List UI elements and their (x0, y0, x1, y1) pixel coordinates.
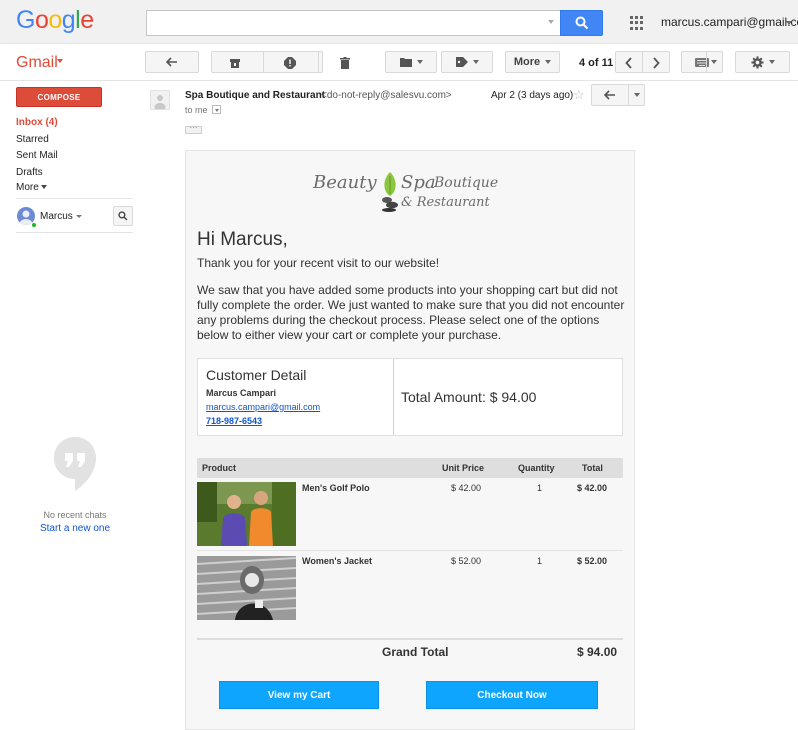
product-image-womens-jacket[interactable] (197, 556, 296, 620)
customer-name: Marcus Campari (206, 388, 277, 398)
search-icon (575, 16, 589, 30)
view-cart-button[interactable]: View my Cart (219, 681, 379, 709)
line-total: $ 52.00 (577, 556, 608, 566)
sender-avatar-icon (150, 90, 170, 111)
no-recent-chats-text: No recent chats (43, 510, 107, 520)
chat-user-caret-icon[interactable] (76, 215, 82, 218)
column-header-product: Product (202, 463, 237, 473)
nav-divider (16, 198, 133, 199)
reply-icon (166, 57, 177, 67)
account-email[interactable]: marcus.campari@gmail.com (661, 15, 798, 29)
more-button-label: More (513, 56, 541, 68)
sender-email: <do-not-reply@salesvu.com> (321, 90, 452, 101)
compose-button[interactable]: COMPOSE (16, 87, 102, 107)
nav-item-starred[interactable]: Starred (16, 134, 49, 145)
product-image-golf-polo[interactable] (197, 482, 296, 546)
toolbar-divider (642, 51, 643, 73)
unit-price: $ 42.00 (451, 483, 482, 493)
more-caret-icon (40, 185, 47, 190)
reply-divider (628, 84, 629, 106)
hangouts-icon (52, 435, 98, 493)
back-button[interactable] (145, 51, 199, 73)
toolbar-divider (318, 51, 319, 73)
product-table-header (197, 458, 623, 478)
line-total: $ 42.00 (577, 483, 608, 493)
brand-word-2: Spa (401, 172, 436, 193)
presence-dot (31, 222, 37, 228)
archive-icon[interactable] (229, 56, 241, 74)
nav-item-sent-mail[interactable]: Sent Mail (16, 150, 58, 161)
chat-divider (16, 232, 133, 233)
quantity: 1 (537, 556, 543, 566)
apps-grid-icon[interactable] (630, 16, 644, 30)
input-tools-caret-icon[interactable] (711, 60, 717, 64)
column-header-unit-price: Unit Price (442, 463, 485, 473)
unit-price: $ 52.00 (451, 556, 482, 566)
email-paragraph-2: We saw that you have added some products… (197, 283, 625, 342)
recipient-text: to me (185, 105, 208, 115)
search-button[interactable] (560, 10, 603, 36)
account-caret-icon[interactable] (786, 21, 792, 25)
chevron-down-icon (214, 109, 219, 112)
show-details-button[interactable] (212, 105, 221, 114)
search-input[interactable] (146, 10, 560, 36)
brand-word-1: Beauty (313, 172, 377, 193)
label-icon (455, 57, 468, 67)
labels-button[interactable] (441, 51, 493, 73)
report-spam-icon[interactable] (284, 56, 296, 74)
column-header-total: Total (582, 463, 603, 473)
folder-icon (399, 58, 412, 67)
nav-more-label: More (16, 182, 39, 193)
grand-total-label: Grand Total (382, 645, 449, 659)
leaf-logo-icon (380, 170, 400, 212)
toolbar-divider (706, 51, 707, 73)
chat-search-button[interactable] (113, 206, 133, 226)
google-logo[interactable]: Google (16, 6, 94, 35)
nav-item-inbox[interactable]: Inbox (4) (16, 117, 58, 128)
nav-item-more[interactable]: More (16, 182, 47, 193)
checkout-now-button[interactable]: Checkout Now (426, 681, 598, 709)
brand-word-3: Boutique (434, 175, 499, 191)
message-date: Apr 2 (3 days ago) (491, 90, 574, 101)
total-amount: Total Amount: $ 94.00 (401, 389, 537, 405)
chevron-left-icon[interactable] (625, 56, 633, 74)
product-name: Men's Golf Polo (302, 483, 370, 493)
more-button[interactable]: More (505, 51, 560, 73)
search-options-caret-icon[interactable] (548, 20, 554, 24)
delete-icon[interactable] (340, 56, 350, 74)
customer-email-link[interactable]: marcus.campari@gmail.com (206, 402, 320, 412)
gmail-menu-label[interactable]: Gmail (16, 54, 58, 72)
chevron-right-icon[interactable] (652, 56, 660, 74)
column-header-quantity: Quantity (518, 463, 555, 473)
nav-item-drafts[interactable]: Drafts (16, 167, 43, 178)
star-icon[interactable]: ☆ (573, 87, 585, 103)
gmail-menu-caret-icon[interactable] (57, 59, 63, 63)
page-count: 4 of 11 (579, 57, 614, 69)
move-to-button[interactable] (385, 51, 437, 73)
row-divider (197, 550, 623, 551)
toolbar-divider (263, 51, 264, 73)
brand-line-2: & Restaurant (401, 195, 490, 210)
toolbar-divider-line (0, 80, 798, 81)
action-button-group (211, 51, 323, 73)
quantity: 1 (537, 483, 543, 493)
show-trimmed-content-button[interactable]: ··· (185, 124, 202, 134)
row-divider (197, 638, 623, 640)
search-icon (118, 211, 128, 221)
customer-detail-title: Customer Detail (206, 367, 307, 383)
product-name: Women's Jacket (302, 556, 373, 566)
gear-icon (750, 55, 764, 69)
email-greeting: Hi Marcus, (197, 229, 288, 250)
more-actions-caret-icon[interactable] (634, 93, 640, 97)
customer-detail-divider (393, 359, 394, 435)
sender-name[interactable]: Spa Boutique and Restaurant (185, 90, 325, 101)
grand-total-value: $ 94.00 (577, 645, 618, 659)
chat-user-name[interactable]: Marcus (40, 211, 73, 222)
reply-icon (604, 90, 615, 100)
settings-button[interactable] (735, 51, 790, 73)
email-paragraph-1: Thank you for your recent visit to our w… (197, 256, 440, 270)
start-new-chat-link[interactable]: Start a new one (20, 523, 130, 534)
customer-phone-link[interactable]: 718-987-6543 (206, 416, 262, 426)
